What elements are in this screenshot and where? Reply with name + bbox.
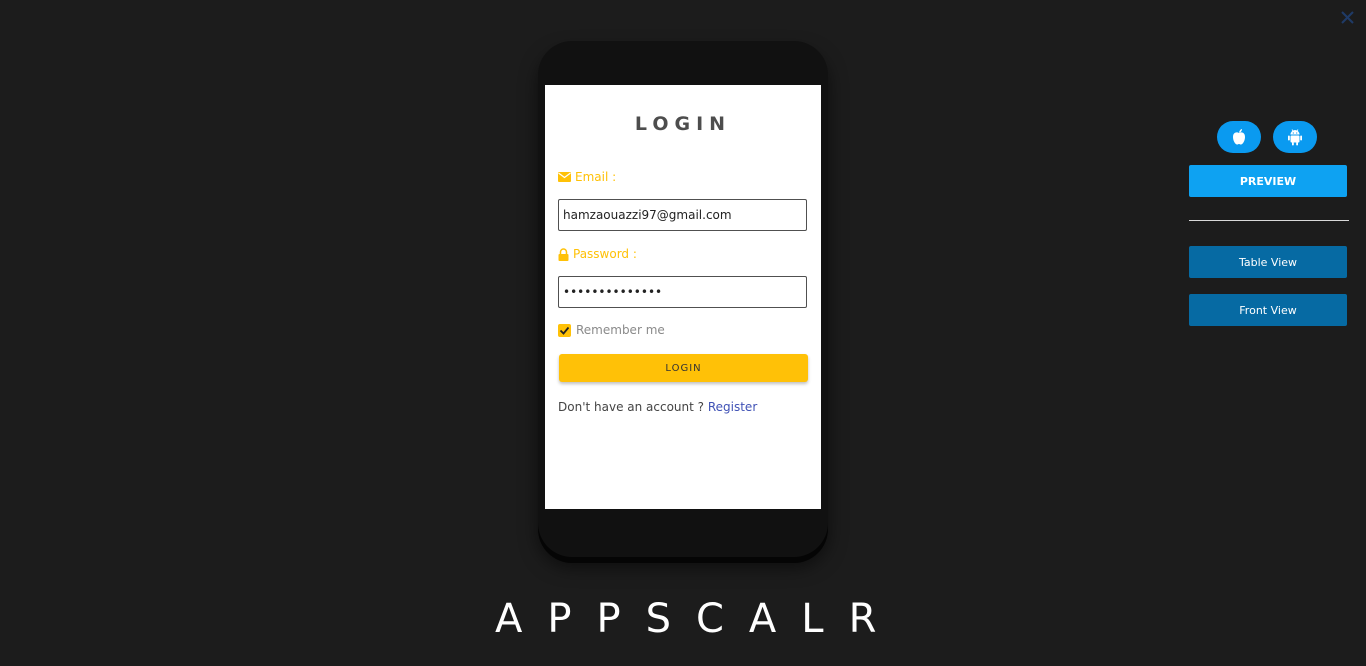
android-icon <box>1288 129 1302 146</box>
front-view-button[interactable]: Front View <box>1189 294 1347 326</box>
email-field[interactable] <box>558 199 807 231</box>
divider <box>1189 220 1349 221</box>
email-label: Email : <box>558 169 616 185</box>
checkmark-icon <box>559 326 570 335</box>
login-title: LOGIN <box>634 113 732 135</box>
password-field[interactable] <box>558 276 807 308</box>
lock-icon <box>558 247 569 261</box>
password-label-text: Password : <box>573 247 637 261</box>
phone-screen: LOGIN Email : Password : Remember me <box>545 85 821 509</box>
register-link[interactable]: Register <box>708 400 757 414</box>
close-icon <box>1341 11 1354 24</box>
preview-button[interactable]: PREVIEW <box>1189 165 1347 197</box>
register-prompt: Don't have an account ? Register <box>558 400 757 414</box>
remember-me-label: Remember me <box>576 323 665 337</box>
close-button[interactable] <box>1338 8 1358 28</box>
mail-icon <box>558 172 571 182</box>
android-platform-button[interactable] <box>1273 121 1317 153</box>
table-view-button[interactable]: Table View <box>1189 246 1347 278</box>
brand-name: APPSCALR <box>495 596 902 642</box>
app-stage: LOGIN Email : Password : Remember me <box>0 0 1366 666</box>
login-button[interactable]: LOGIN <box>559 354 808 382</box>
checkbox-checked-icon[interactable] <box>558 323 571 337</box>
email-label-text: Email : <box>575 170 617 184</box>
apple-icon <box>1233 129 1245 145</box>
password-label: Password : <box>558 246 637 262</box>
ios-platform-button[interactable] <box>1217 121 1261 153</box>
register-prompt-text: Don't have an account ? <box>558 400 708 414</box>
remember-me-checkbox[interactable]: Remember me <box>558 322 665 338</box>
